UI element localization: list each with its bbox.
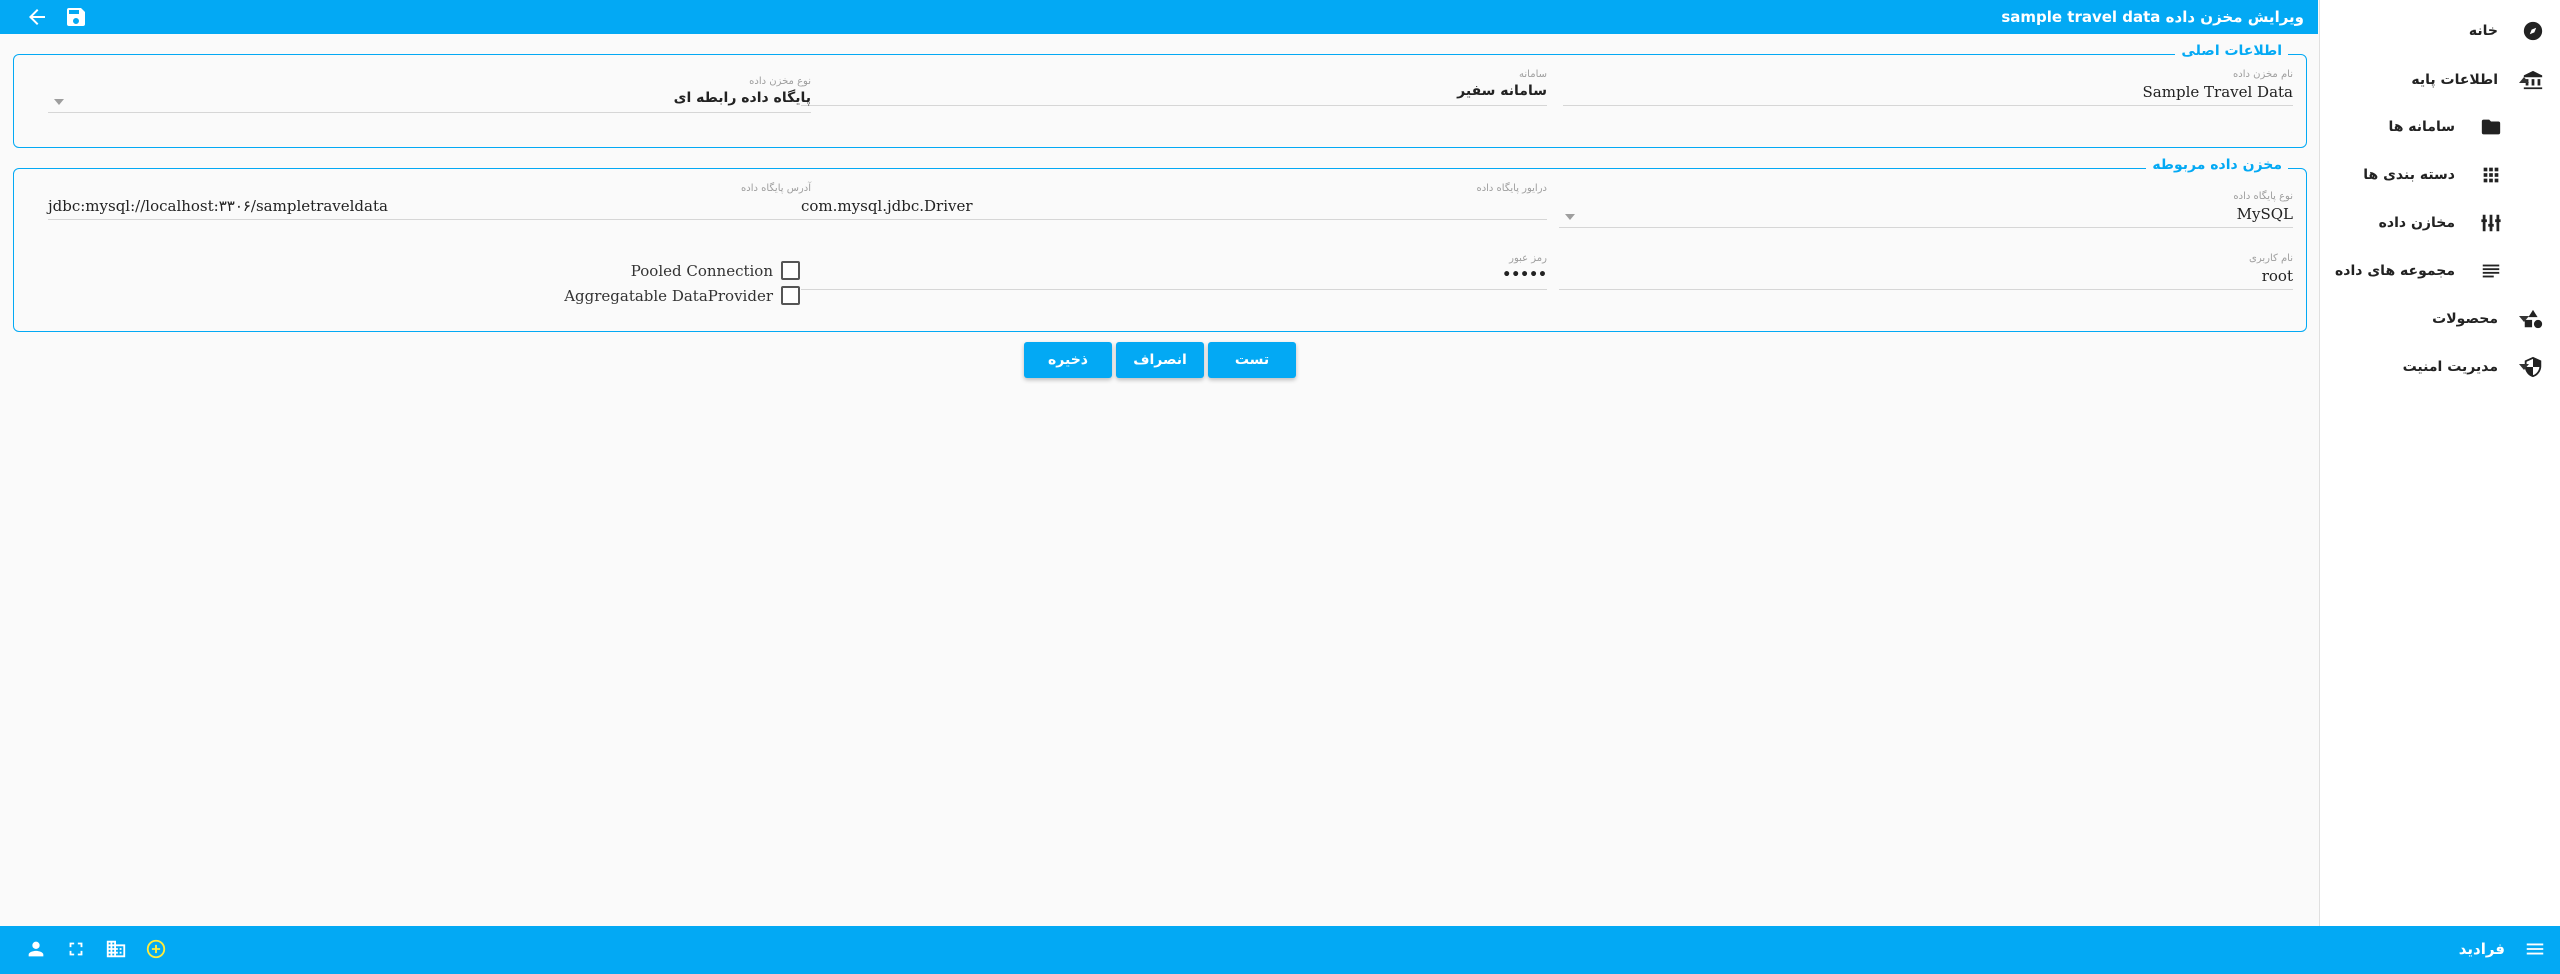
field-label: نوع مخزن داده: [749, 76, 811, 87]
sidebar-item-categories[interactable]: دسته بندی ها: [2319, 152, 2560, 198]
field-label: آدرس پایگاه داده: [741, 183, 811, 194]
sidebar-item-datasets[interactable]: مجموعه های داده: [2319, 248, 2560, 294]
related-store-panel: مخزن داده مربوطه نوع پایگاه داده MySQL د…: [13, 157, 2307, 332]
sidebar-item-products[interactable]: محصولات: [2319, 296, 2560, 342]
field-value: MySQL: [2236, 205, 2293, 223]
sidebar-item-label: دسته بندی ها: [2363, 167, 2455, 183]
username-field[interactable]: نام کاربری root: [1559, 253, 2293, 293]
db-driver-field[interactable]: درایور پایگاه داده com.mysql.jdbc.Driver: [801, 183, 1547, 223]
field-value: Sample Travel Data: [2142, 83, 2293, 101]
panel-legend: اطلاعات اصلی: [2175, 43, 2288, 59]
sidebar-item-label: اطلاعات پایه: [2411, 72, 2498, 88]
database-icon: [2480, 212, 2502, 234]
checkbox-label: Pooled Connection: [630, 261, 773, 280]
main-info-panel: اطلاعات اصلی نام مخزن داده Sample Travel…: [13, 43, 2307, 148]
list-icon: [2480, 260, 2502, 282]
field-label: نوع پایگاه داده: [2233, 191, 2293, 202]
datastore-name-field[interactable]: نام مخزن داده Sample Travel Data: [1563, 69, 2293, 109]
checkbox-label: Aggregatable DataProvider: [564, 286, 773, 305]
system-field[interactable]: سامانه سامانه سفیر: [801, 69, 1547, 109]
add-circle-icon[interactable]: [145, 938, 167, 960]
sidebar-item-label: محصولات: [2432, 311, 2498, 327]
field-value: jdbc:mysql://localhost:۳۳۰۶/sampletravel…: [48, 197, 388, 215]
field-underline: [801, 105, 1547, 106]
sidebar: خانه اطلاعات پایه سامانه ها دسته بندی ها…: [2319, 0, 2560, 926]
db-type-select[interactable]: نوع پایگاه داده MySQL: [1559, 191, 2293, 231]
aggregatable-provider-checkbox[interactable]: [781, 286, 800, 305]
field-label: نام کاربری: [2249, 253, 2293, 264]
sidebar-item-data-stores[interactable]: مخازن داده: [2319, 200, 2560, 246]
sidebar-item-systems[interactable]: سامانه ها: [2319, 104, 2560, 150]
field-label: نام مخزن داده: [2233, 69, 2293, 80]
field-underline: [48, 112, 811, 113]
chevron-down-icon: [2519, 316, 2529, 322]
dropdown-arrow-icon: [1565, 214, 1575, 220]
datastore-type-select[interactable]: نوع مخزن داده پایگاه داده رابطه ای: [48, 76, 811, 116]
page-title: ویرایش مخزن داده sample travel data: [2001, 8, 2304, 26]
brand-logo: فرادید: [2458, 940, 2505, 958]
dropdown-arrow-icon: [54, 99, 64, 105]
field-label: رمز عبور: [1509, 253, 1547, 264]
sidebar-item-home[interactable]: خانه: [2319, 8, 2560, 54]
field-underline: [801, 219, 1547, 220]
save-icon[interactable]: [64, 5, 88, 29]
chevron-up-icon: [2519, 77, 2529, 83]
sidebar-item-label: خانه: [2468, 23, 2498, 39]
field-value: •••••: [1502, 267, 1547, 283]
menu-icon[interactable]: [2524, 938, 2546, 960]
field-underline: [1559, 227, 2293, 228]
pooled-connection-checkbox[interactable]: [781, 261, 800, 280]
person-icon[interactable]: [25, 938, 47, 960]
folder-icon: [2480, 116, 2502, 138]
field-label: سامانه: [1519, 69, 1547, 80]
compass-icon: [2522, 20, 2544, 42]
sidebar-item-basic-info[interactable]: اطلاعات پایه: [2319, 57, 2560, 103]
arrow-back-icon[interactable]: [25, 5, 49, 29]
sidebar-item-security[interactable]: مدیریت امنیت: [2319, 344, 2560, 390]
test-button[interactable]: تست: [1208, 342, 1296, 378]
aggregatable-provider-checkbox-row[interactable]: Aggregatable DataProvider: [564, 286, 800, 305]
field-value: سامانه سفیر: [1457, 83, 1547, 99]
footer-bar: فرادید: [0, 926, 2560, 974]
field-underline: [1563, 105, 2293, 106]
field-value: پایگاه داده رابطه ای: [673, 90, 811, 106]
sidebar-item-label: مجموعه های داده: [2335, 263, 2455, 279]
sidebar-item-label: مخازن داده: [2378, 215, 2455, 231]
save-button[interactable]: ذخیره: [1024, 342, 1112, 378]
sidebar-item-label: مدیریت امنیت: [2402, 359, 2498, 375]
field-value: com.mysql.jdbc.Driver: [801, 197, 973, 215]
panel-legend: مخزن داده مربوطه: [2146, 157, 2288, 173]
cancel-button[interactable]: انصراف: [1116, 342, 1204, 378]
field-underline: [1559, 289, 2293, 290]
apps-grid-icon: [2480, 164, 2502, 186]
pooled-connection-checkbox-row[interactable]: Pooled Connection: [631, 261, 800, 280]
building-icon[interactable]: [105, 938, 127, 960]
field-value: root: [2261, 267, 2293, 285]
chevron-down-icon: [2519, 364, 2529, 370]
password-field[interactable]: رمز عبور •••••: [801, 253, 1547, 293]
field-label: درایور پایگاه داده: [1476, 183, 1547, 194]
fullscreen-icon[interactable]: [65, 938, 87, 960]
top-bar: ویرایش مخزن داده sample travel data: [0, 0, 2318, 34]
sidebar-item-label: سامانه ها: [2388, 119, 2455, 135]
field-underline: [801, 289, 1547, 290]
field-underline: [48, 219, 811, 220]
db-address-field[interactable]: آدرس پایگاه داده jdbc:mysql://localhost:…: [48, 183, 811, 223]
